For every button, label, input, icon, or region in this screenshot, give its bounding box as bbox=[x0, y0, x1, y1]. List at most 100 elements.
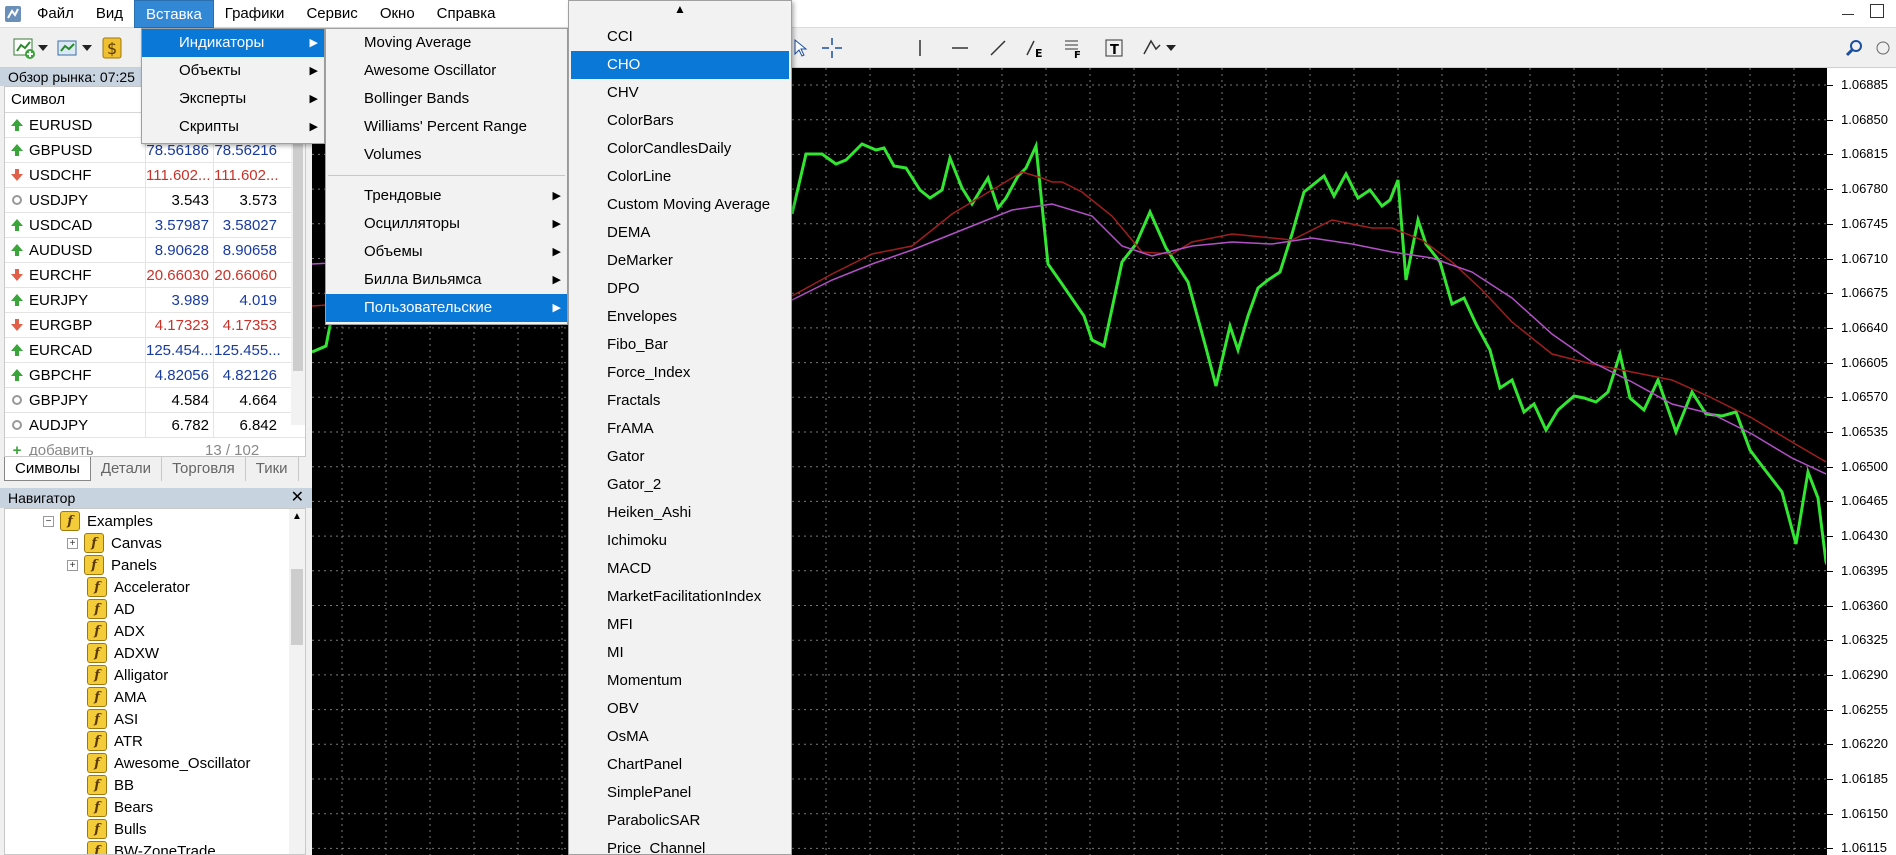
price-scale[interactable]: 1.06885 1.06850 1.06815 1.06780 1.06745 1.067… bbox=[1826, 68, 1896, 855]
menu-2[interactable]: Вставка bbox=[134, 0, 214, 28]
custom-indicator-item[interactable]: CHV bbox=[571, 79, 789, 107]
custom-indicator-item[interactable]: Gator_2 bbox=[571, 471, 789, 499]
navigator-scrollbar[interactable]: ▲ bbox=[289, 509, 305, 854]
menu-1[interactable]: Вид bbox=[85, 0, 134, 28]
custom-indicator-item[interactable]: ColorBars bbox=[571, 107, 789, 135]
custom-indicator-item[interactable]: MFI bbox=[571, 611, 789, 639]
menu-6[interactable]: Справка bbox=[426, 0, 507, 28]
menu-0[interactable]: Файл bbox=[26, 0, 85, 28]
symbol-column-header[interactable]: Символ bbox=[11, 91, 65, 108]
expand-icon[interactable]: + bbox=[67, 537, 78, 549]
navigator-item[interactable]: f ASI bbox=[5, 708, 305, 730]
market-watch-row[interactable]: USDJPY 3.543 3.573 bbox=[5, 187, 305, 213]
custom-indicator-item[interactable]: OsMA bbox=[571, 723, 789, 751]
add-symbol-row[interactable]: + добавить 13 / 102 bbox=[5, 438, 305, 458]
navigator-item[interactable]: f ADX bbox=[5, 620, 305, 642]
new-chart-icon[interactable] bbox=[10, 34, 38, 62]
restore-icon[interactable] bbox=[1870, 4, 1884, 18]
navigator-item[interactable]: f Accelerator bbox=[5, 576, 305, 598]
indicator-menu-item[interactable]: Moving Average bbox=[326, 29, 567, 57]
market-watch-row[interactable]: EURJPY 3.989 4.019 bbox=[5, 287, 305, 313]
custom-indicator-item[interactable]: CCI bbox=[571, 23, 789, 51]
custom-indicator-item[interactable]: Custom Moving Average bbox=[571, 191, 789, 219]
minimize-icon[interactable] bbox=[1842, 4, 1856, 18]
indicator-menu-item[interactable]: Williams' Percent Range bbox=[326, 113, 567, 141]
custom-indicator-item[interactable]: Force_Index bbox=[571, 359, 789, 387]
indicator-menu-item[interactable]: Bollinger Bands bbox=[326, 85, 567, 113]
indicator-group-item[interactable]: Пользовательские ▶ bbox=[326, 294, 567, 322]
scroll-up-icon[interactable]: ▲ bbox=[289, 509, 305, 525]
custom-indicator-item[interactable]: MACD bbox=[571, 555, 789, 583]
custom-indicator-item[interactable]: DeMarker bbox=[571, 247, 789, 275]
navigator-item[interactable]: f Bulls bbox=[5, 818, 305, 840]
collapse-icon[interactable]: − bbox=[43, 515, 54, 527]
chat-icon[interactable] bbox=[1872, 34, 1892, 62]
tab-3[interactable]: Тики bbox=[246, 456, 299, 481]
market-watch-row[interactable]: GBPJPY 4.584 4.664 bbox=[5, 387, 305, 413]
custom-indicator-item[interactable]: MarketFacilitationIndex bbox=[571, 583, 789, 611]
navigator-item[interactable]: f Alligator bbox=[5, 664, 305, 686]
navigator-item[interactable]: f Bears bbox=[5, 796, 305, 818]
indicator-group-item[interactable]: Трендовые ▶ bbox=[326, 182, 567, 210]
navigator-item[interactable]: f Awesome_Oscillator bbox=[5, 752, 305, 774]
custom-indicator-item[interactable]: Fibo_Bar bbox=[571, 331, 789, 359]
market-watch-row[interactable]: EURCAD 125.454... 125.455... bbox=[5, 337, 305, 363]
market-watch-scrollbar[interactable] bbox=[291, 115, 305, 425]
text-label-icon[interactable]: T bbox=[1100, 34, 1128, 62]
custom-indicator-item[interactable]: Ichimoku bbox=[571, 527, 789, 555]
market-watch-row[interactable]: EURCHF 20.66030 20.66060 bbox=[5, 262, 305, 288]
navigator-item[interactable]: f BW-ZoneTrade bbox=[5, 840, 305, 854]
market-watch-row[interactable]: USDCAD 3.57987 3.58027 bbox=[5, 212, 305, 238]
custom-indicator-item[interactable]: DPO bbox=[571, 275, 789, 303]
market-watch-row[interactable]: AUDJPY 6.782 6.842 bbox=[5, 412, 305, 438]
navigator-item[interactable]: + f Panels bbox=[5, 554, 305, 576]
menu-3[interactable]: Графики bbox=[214, 0, 296, 28]
custom-indicator-item[interactable]: Heiken_Ashi bbox=[571, 499, 789, 527]
insert-menu-item[interactable]: Объекты ▶ bbox=[142, 57, 324, 85]
crosshair-icon[interactable] bbox=[818, 34, 846, 62]
shapes-icon[interactable] bbox=[1138, 34, 1166, 62]
vertical-line-icon[interactable] bbox=[906, 34, 934, 62]
custom-indicator-item[interactable]: ParabolicSAR bbox=[571, 807, 789, 835]
market-watch-row[interactable]: GBPCHF 4.82056 4.82126 bbox=[5, 362, 305, 388]
insert-menu-item[interactable]: Скрипты ▶ bbox=[142, 113, 324, 141]
indicator-group-item[interactable]: Билла Вильямса ▶ bbox=[326, 266, 567, 294]
insert-menu-item[interactable]: Индикаторы ▶ bbox=[142, 29, 324, 57]
custom-indicator-item[interactable]: ChartPanel bbox=[571, 751, 789, 779]
navigator-item[interactable]: f ATR bbox=[5, 730, 305, 752]
expand-icon[interactable]: + bbox=[67, 559, 78, 571]
custom-indicator-item[interactable]: Fractals bbox=[571, 387, 789, 415]
indicator-menu-item[interactable]: Awesome Oscillator bbox=[326, 57, 567, 85]
navigator-item[interactable]: − f Examples bbox=[5, 510, 305, 532]
custom-indicator-item[interactable]: Price_Channel bbox=[571, 835, 789, 854]
custom-indicator-item[interactable]: MI bbox=[571, 639, 789, 667]
navigator-item[interactable]: f AMA bbox=[5, 686, 305, 708]
custom-indicator-item[interactable]: DEMA bbox=[571, 219, 789, 247]
search-icon[interactable] bbox=[1840, 34, 1868, 62]
navigator-item[interactable]: + f Canvas bbox=[5, 532, 305, 554]
tab-2[interactable]: Торговля bbox=[162, 456, 246, 481]
custom-indicator-item[interactable]: Gator bbox=[571, 443, 789, 471]
custom-indicator-item[interactable]: Momentum bbox=[571, 667, 789, 695]
menu-5[interactable]: Окно bbox=[369, 0, 426, 28]
indicator-menu-item[interactable]: Volumes bbox=[326, 141, 567, 169]
market-watch-row[interactable]: USDCHF 111.602... 111.602... bbox=[5, 162, 305, 188]
navigator-item[interactable]: f ADXW bbox=[5, 642, 305, 664]
indicator-group-item[interactable]: Объемы ▶ bbox=[326, 238, 567, 266]
custom-indicator-item[interactable]: ColorLine bbox=[571, 163, 789, 191]
indicator-group-item[interactable]: Осцилляторы ▶ bbox=[326, 210, 567, 238]
fibo-levels-icon[interactable]: F bbox=[1060, 34, 1088, 62]
market-watch-row[interactable]: EURGBP 4.17323 4.17353 bbox=[5, 312, 305, 338]
custom-indicator-item[interactable]: FrAMA bbox=[571, 415, 789, 443]
custom-indicator-item[interactable]: ColorCandlesDaily bbox=[571, 135, 789, 163]
market-watch-row[interactable]: AUDUSD 8.90628 8.90658 bbox=[5, 237, 305, 263]
app-icon[interactable] bbox=[0, 0, 26, 28]
custom-indicator-item[interactable]: SimplePanel bbox=[571, 779, 789, 807]
chevron-down-icon[interactable] bbox=[36, 34, 50, 62]
custom-indicator-item[interactable]: Envelopes bbox=[571, 303, 789, 331]
navigator-item[interactable]: f BB bbox=[5, 774, 305, 796]
tab-0[interactable]: Символы bbox=[4, 456, 91, 481]
tab-1[interactable]: Детали bbox=[91, 456, 163, 481]
horizontal-line-icon[interactable] bbox=[946, 34, 974, 62]
chevron-down-icon[interactable] bbox=[80, 34, 94, 62]
